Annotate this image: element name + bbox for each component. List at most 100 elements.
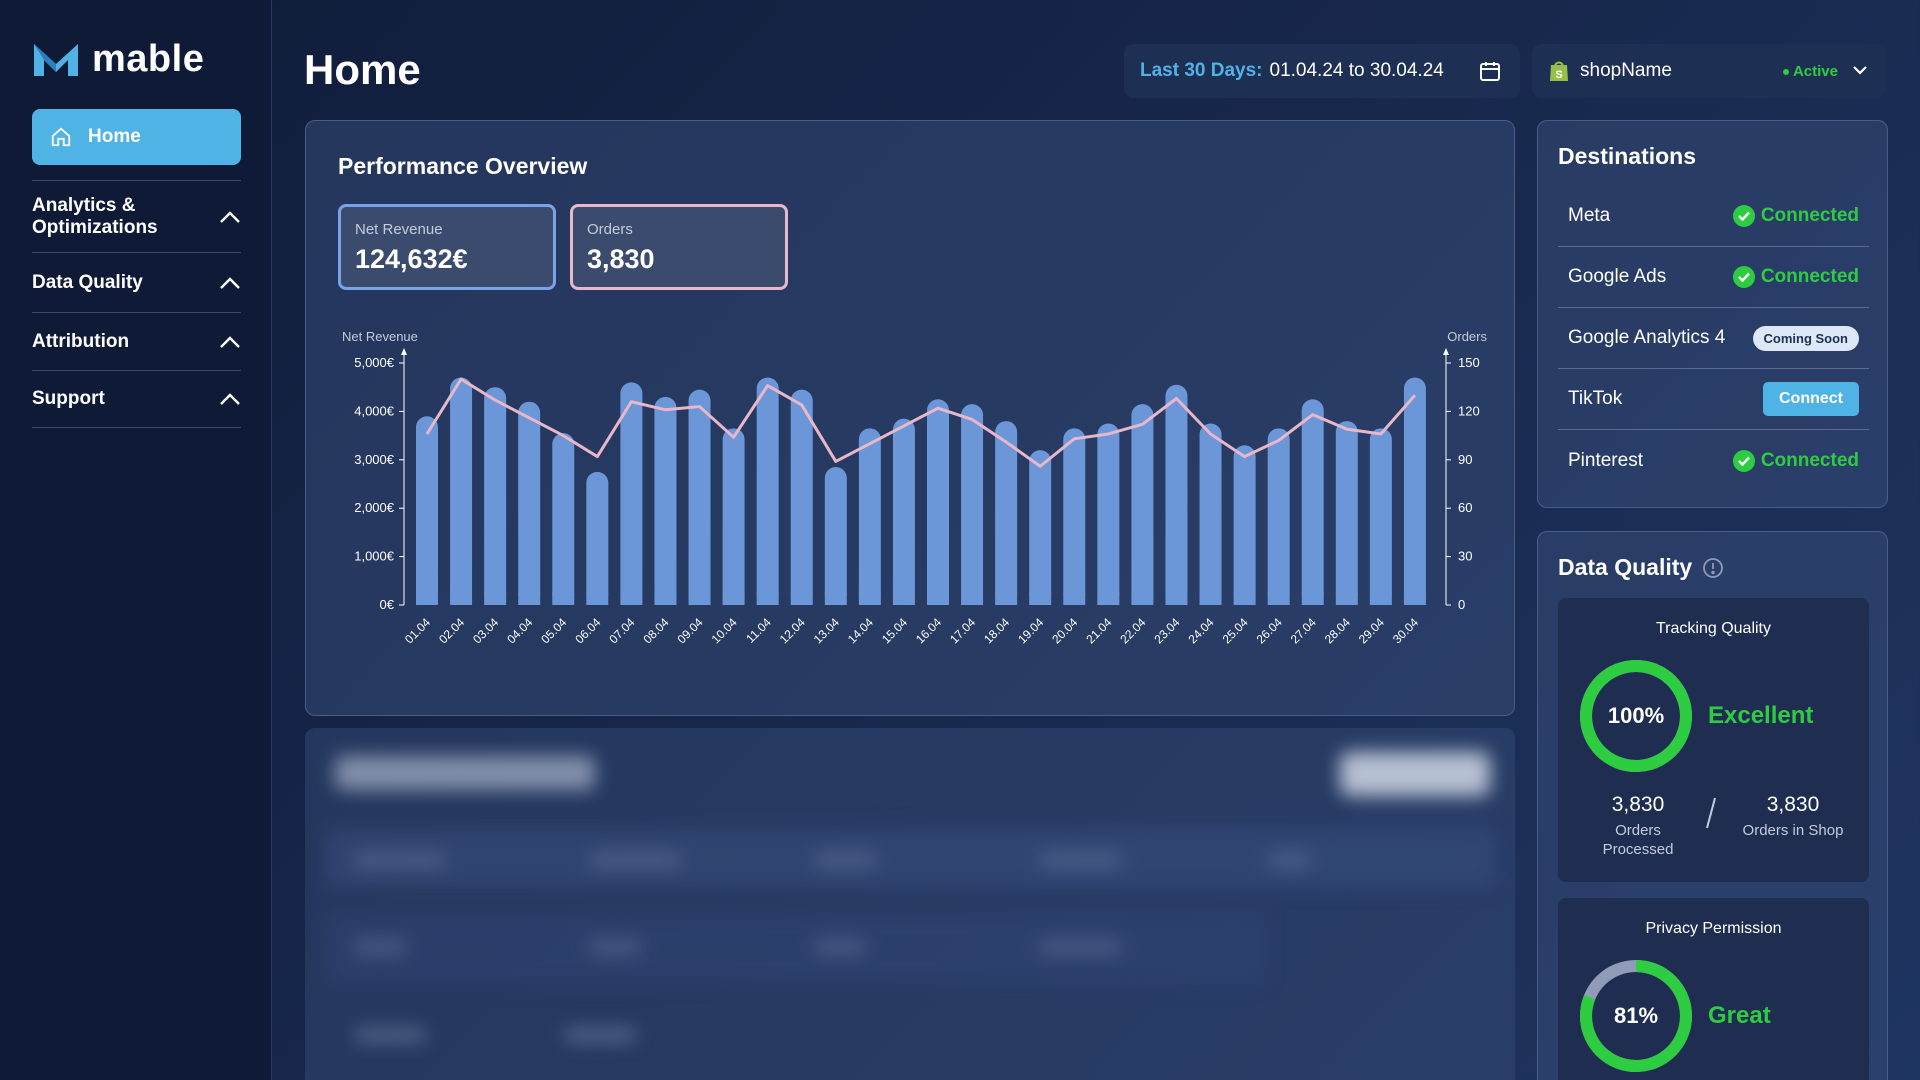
revenue-bar-base xyxy=(518,593,541,605)
revenue-bar xyxy=(1301,399,1324,605)
revenue-bar xyxy=(1267,428,1290,605)
revenue-bar xyxy=(1029,450,1052,605)
tracking-quality-gauge: 100% xyxy=(1578,658,1694,774)
x-tick-label: 09.04 xyxy=(675,615,706,646)
kpi-net-revenue[interactable]: Net Revenue 124,632€ xyxy=(338,204,556,290)
nav-section-data-quality[interactable]: Data Quality xyxy=(32,252,241,312)
divider-slash xyxy=(1706,797,1716,829)
destination-name: Google Analytics 4 xyxy=(1568,327,1726,348)
shop-selector[interactable]: S shopName Active xyxy=(1532,44,1886,98)
revenue-bar xyxy=(552,433,575,605)
revenue-bar-base xyxy=(1029,593,1052,605)
x-tick-label: 04.04 xyxy=(504,615,535,646)
destination-name: Google Ads xyxy=(1568,266,1667,287)
x-tick-label: 21.04 xyxy=(1083,615,1114,646)
kpi-value: 3,830 xyxy=(587,244,655,274)
x-tick-label: 25.04 xyxy=(1220,615,1251,646)
brand-logo[interactable]: mable xyxy=(32,38,204,81)
tracking-quality-title: Tracking Quality xyxy=(1656,620,1771,637)
x-tick-label: 30.04 xyxy=(1390,615,1421,646)
revenue-bar xyxy=(1403,377,1426,605)
nav-home-button[interactable]: Home xyxy=(32,109,241,165)
date-range-label: Last 30 Days: xyxy=(1140,60,1263,81)
sidebar: mable Home Analytics & Optimizations Dat… xyxy=(0,0,272,1080)
x-tick-label: 28.04 xyxy=(1322,615,1353,646)
performance-title: Performance Overview xyxy=(338,153,588,179)
x-tick-label: 18.04 xyxy=(981,615,1012,646)
destination-name: Pinterest xyxy=(1568,449,1643,471)
x-tick-label: 05.04 xyxy=(538,615,569,646)
calendar-icon[interactable] xyxy=(1478,59,1502,83)
revenue-bar-base xyxy=(1165,593,1188,605)
orders-in-shop-label: Orders in Shop xyxy=(1742,822,1844,839)
y-tick-label: 1,000€ xyxy=(354,549,395,564)
revenue-bar-base xyxy=(620,593,643,605)
y2-tick-label: 30 xyxy=(1458,549,1472,564)
y2-axis-arrow xyxy=(1443,348,1449,355)
label-line: Processed xyxy=(1602,841,1674,858)
revenue-bar xyxy=(518,401,541,605)
orders-in-shop-value: 3,830 xyxy=(1766,793,1820,816)
x-tick-label: 27.04 xyxy=(1288,615,1319,646)
check-circle-icon xyxy=(1732,266,1755,288)
revenue-bar xyxy=(450,377,473,605)
data-quality-header: Data Quality xyxy=(1558,554,1724,581)
nav-section-attribution[interactable]: Attribution xyxy=(32,312,241,370)
destination-row-tiktok: TikTok Connect xyxy=(1558,369,1869,430)
y-axis-title: Net Revenue xyxy=(342,329,418,344)
revenue-bar-base xyxy=(450,593,473,605)
y-tick-label: 0€ xyxy=(380,597,395,612)
nav-section-label-line: Optimizations xyxy=(32,216,158,238)
revenue-bar xyxy=(1063,428,1086,605)
orders-processed-stat: 3,830 Orders Processed xyxy=(1578,793,1698,859)
x-tick-label: 26.04 xyxy=(1254,615,1285,646)
revenue-bar-base xyxy=(858,593,881,605)
date-range-value: 01.04.24 to 30.04.24 xyxy=(1269,60,1444,81)
revenue-bar xyxy=(722,428,745,605)
x-tick-label: 16.04 xyxy=(913,615,944,646)
x-tick-label: 01.04 xyxy=(402,615,433,646)
connect-button[interactable]: Connect xyxy=(1763,382,1859,416)
kpi-orders[interactable]: Orders 3,830 xyxy=(570,204,788,290)
revenue-bar-base xyxy=(688,593,711,605)
revenue-bar xyxy=(1233,445,1256,605)
nav-section-support[interactable]: Support xyxy=(32,370,241,428)
info-icon[interactable] xyxy=(1702,557,1724,579)
revenue-bar-base xyxy=(586,593,609,605)
home-icon xyxy=(51,127,71,147)
blurred-content xyxy=(305,728,1515,1080)
revenue-bar xyxy=(654,396,677,605)
revenue-bar-base xyxy=(1131,593,1154,605)
label-line: Orders xyxy=(1615,822,1661,839)
x-tick-label: 07.04 xyxy=(606,615,637,646)
chevron-up-icon xyxy=(220,210,240,223)
svg-text:S: S xyxy=(1555,69,1562,81)
destinations-card: Destinations Meta Connected Google Ads C… xyxy=(1537,120,1888,508)
chevron-up-icon xyxy=(220,393,240,405)
data-quality-card: Data Quality Tracking Quality 100% Excel… xyxy=(1537,531,1888,1080)
destination-row-google-analytics: Google Analytics 4 Coming Soon xyxy=(1558,308,1869,369)
y2-tick-label: 90 xyxy=(1458,452,1472,467)
revenue-bar xyxy=(416,416,438,605)
destination-name: Meta xyxy=(1568,205,1611,226)
destination-row-google-ads: Google Ads Connected xyxy=(1558,247,1869,308)
y-axis-arrow xyxy=(401,348,407,355)
chevron-down-icon xyxy=(1853,66,1867,75)
nav-section-analytics[interactable]: Analytics & Optimizations xyxy=(32,180,241,252)
x-tick-label: 10.04 xyxy=(709,615,740,646)
orders-line xyxy=(425,377,1417,468)
tracking-quality-panel: Tracking Quality 100% Excellent 3,830 Or… xyxy=(1558,598,1869,882)
x-tick-label: 23.04 xyxy=(1151,615,1182,646)
revenue-bar-base xyxy=(1335,593,1358,605)
revenue-bar xyxy=(824,467,847,605)
revenue-bar-base xyxy=(654,593,677,605)
revenue-bar-base xyxy=(1233,593,1256,605)
tracking-percent: 100% xyxy=(1607,703,1665,728)
brand-name: mable xyxy=(92,38,205,80)
revenue-bar-base xyxy=(416,593,438,605)
privacy-permission-panel: Privacy Permission 81% Great xyxy=(1558,898,1869,1080)
tracking-rating: Excellent xyxy=(1708,702,1814,729)
revenue-bar xyxy=(1199,423,1222,605)
date-range-picker[interactable]: Last 30 Days: 01.04.24 to 30.04.24 xyxy=(1124,44,1520,98)
privacy-permission-title: Privacy Permission xyxy=(1645,920,1782,937)
